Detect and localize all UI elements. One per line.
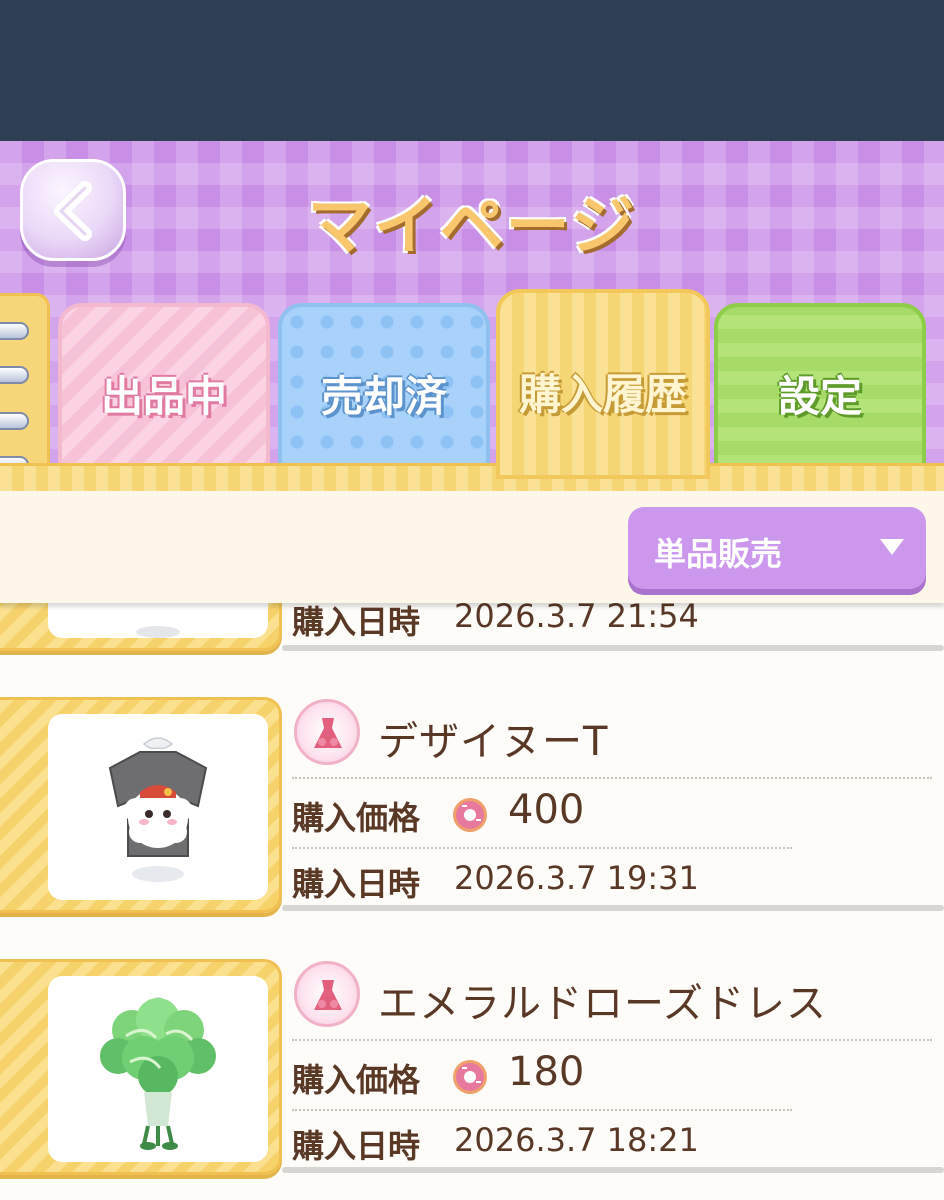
dropdown-value: 単品販売 <box>654 535 783 573</box>
page-title: マイページ <box>307 190 637 264</box>
purchase-date: 2026.3.7 19:31 <box>454 859 699 897</box>
tab-settings[interactable]: 設定 <box>714 303 926 473</box>
purchase-list[interactable]: 購入日時 2026.3.7 21:54 デザイヌーT 購入価格 400 購入日時… <box>0 603 944 1200</box>
rarity-badge <box>294 699 360 765</box>
purchase-price: 180 <box>508 1049 585 1095</box>
item-name: デザイヌーT <box>378 719 609 765</box>
sheep-tshirt-icon <box>108 737 208 882</box>
item-thumbnail <box>48 714 268 900</box>
purchase-price-label: 購入価格 <box>292 799 421 837</box>
dotted-divider <box>292 847 792 849</box>
item-info: デザイヌーT 購入価格 400 購入日時 2026.3.7 19:31 <box>282 697 944 913</box>
item-thumbnail <box>48 976 268 1162</box>
tab-listing[interactable]: 出品中 <box>58 303 270 473</box>
filter-bar: 単品販売 <box>0 491 944 603</box>
tab-label: 売却済 <box>320 372 447 421</box>
tab-label: 購入履歴 <box>518 370 687 419</box>
dress-icon <box>314 980 342 1010</box>
divider <box>282 1167 944 1173</box>
purchase-date: 2026.3.7 21:54 <box>454 603 699 635</box>
donut-icon <box>453 1060 487 1094</box>
divider <box>282 645 944 651</box>
item-info: 購入日時 2026.3.7 21:54 <box>282 603 944 651</box>
purchase-date-label: 購入日時 <box>292 865 421 903</box>
binder-spine <box>0 293 50 491</box>
donut-icon <box>453 798 487 832</box>
list-item[interactable]: デザイヌーT 購入価格 400 購入日時 2026.3.7 19:31 <box>0 697 944 917</box>
divider <box>282 905 944 911</box>
binder-ring <box>0 322 29 340</box>
purchase-price: 400 <box>508 787 585 833</box>
thumbnail-frame <box>0 697 282 913</box>
tab-sold[interactable]: 売却済 <box>278 303 490 473</box>
dotted-divider <box>292 1109 792 1111</box>
tab-label: 出品中 <box>100 372 227 421</box>
partial-item-icon <box>136 626 180 638</box>
tab-rail <box>0 463 944 491</box>
dotted-divider <box>292 1039 932 1041</box>
item-thumbnail <box>48 603 268 638</box>
purchase-price-label: 購入価格 <box>292 1061 421 1099</box>
dress-icon <box>314 718 342 748</box>
tab-purchase-history[interactable]: 購入履歴 <box>496 289 710 479</box>
tab-label: 設定 <box>777 372 862 421</box>
thumbnail-frame <box>0 959 282 1175</box>
rarity-badge <box>294 961 360 1027</box>
triangle-down-icon <box>880 539 904 555</box>
list-item[interactable]: エメラルドローズドレス 購入価格 180 購入日時 2026.3.7 18:21 <box>0 959 944 1179</box>
purchase-date: 2026.3.7 18:21 <box>454 1121 699 1159</box>
sale-type-dropdown[interactable]: 単品販売 <box>628 507 926 589</box>
binder-ring <box>0 366 29 384</box>
list-item[interactable]: 購入日時 2026.3.7 21:54 <box>0 603 944 655</box>
system-top-bar <box>0 0 944 141</box>
binder-ring <box>0 412 29 430</box>
purchase-date-label: 購入日時 <box>292 603 421 641</box>
item-info: エメラルドローズドレス 購入価格 180 購入日時 2026.3.7 18:21 <box>282 959 944 1175</box>
green-rose-dress-icon <box>100 997 216 1150</box>
item-name: エメラルドローズドレス <box>378 981 827 1027</box>
purchase-date-label: 購入日時 <box>292 1127 421 1165</box>
thumbnail-frame <box>0 603 282 651</box>
dotted-divider <box>292 777 932 779</box>
page-header: マイページ 出品中 売却済 設定 購入履歴 <box>0 141 944 491</box>
